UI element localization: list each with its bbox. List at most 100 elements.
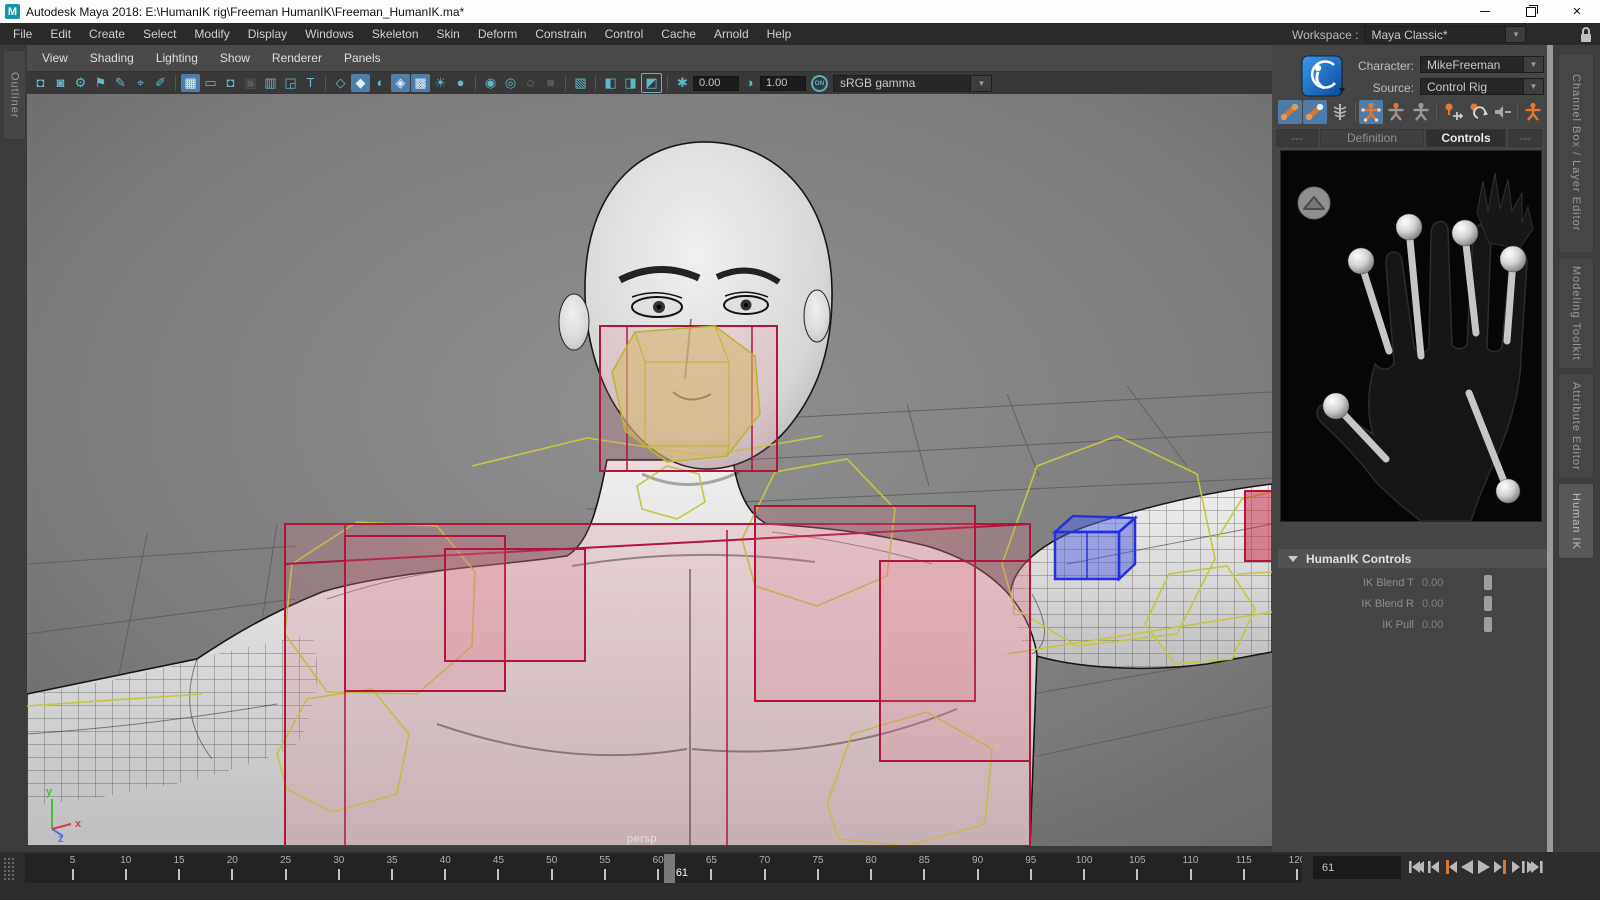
chevron-down-icon[interactable]: ▼ [1506,26,1526,43]
edge-tab-channel-box-layer-editor[interactable]: Channel Box / Layer Editor [1558,53,1594,253]
lock-icon[interactable] [1578,26,1594,44]
mute-icon[interactable] [1490,100,1514,124]
play-backward-button[interactable] [1459,857,1475,877]
panel-menu-renderer[interactable]: Renderer [261,48,333,68]
menu-windows[interactable]: Windows [296,24,363,44]
xray-joints-icon[interactable]: ◨ [621,74,640,92]
menu-select[interactable]: Select [134,24,185,44]
panel-menu-view[interactable]: View [31,48,79,68]
current-frame-field[interactable]: 61 [1313,856,1401,879]
skeleton-mode-icon[interactable] [1328,100,1352,124]
tab-definition[interactable]: Definition [1320,129,1424,147]
step-forward-key-button[interactable] [1510,857,1526,877]
menu-control[interactable]: Control [596,24,653,44]
image-plane-icon[interactable]: ◲ [281,74,300,92]
multisample-icon[interactable]: ◌ [521,74,540,92]
shadows-icon[interactable]: ● [451,74,470,92]
isolate-select-icon[interactable]: ▧ [571,74,590,92]
wireframe-icon[interactable]: ◇ [331,74,350,92]
pan-zoom-icon[interactable]: ⌖ [131,74,150,92]
ik-slider-handle[interactable] [1484,596,1492,611]
grid-icon[interactable]: ▦ [181,74,200,92]
viewport-3d[interactable]: y z x persp [27,94,1272,846]
menu-create[interactable]: Create [80,24,134,44]
xray-icon[interactable]: ◧ [601,74,620,92]
ik-value-field[interactable]: 0.00 [1422,577,1458,589]
minimize-button[interactable] [1462,0,1508,23]
timeline-grip-handle[interactable] [3,857,14,881]
step-back-frame-button[interactable] [1442,857,1458,877]
menu-cache[interactable]: Cache [652,24,705,44]
step-forward-frame-button[interactable] [1493,857,1509,877]
panel-menu-shading[interactable]: Shading [79,48,145,68]
motion-blur-icon[interactable]: ◎ [501,74,520,92]
time-slider[interactable]: 5101520253035404550556065707580859095100… [25,854,1302,883]
gamma-field[interactable]: 1.00 [760,76,806,91]
pin-rotate-icon[interactable] [1465,100,1489,124]
safe-title-icon[interactable]: T [301,74,320,92]
tab-placeholder[interactable]: --- [1508,129,1542,147]
color-management-toggle[interactable]: ON [811,75,828,92]
ik-value-field[interactable]: 0.00 [1422,598,1458,610]
edge-tab-human-ik[interactable]: Human IK [1558,483,1594,559]
face-control-overlay[interactable] [600,326,777,471]
full-body-keying-icon[interactable] [1359,100,1383,124]
go-to-start-button[interactable] [1408,857,1424,877]
sequence-icon[interactable]: ■ [541,74,560,92]
wireframe-on-shaded-icon[interactable]: ◈ [391,74,410,92]
step-back-key-button[interactable] [1425,857,1441,877]
picker-back-button[interactable] [1298,187,1330,219]
edge-tab-modeling-toolkit[interactable]: Modeling Toolkit [1558,257,1594,369]
exposure-field[interactable]: 0.00 [693,76,739,91]
current-frame-marker[interactable] [664,854,675,883]
menu-edit[interactable]: Edit [41,24,80,44]
ik-slider-handle[interactable] [1484,617,1492,632]
smooth-shade-icon[interactable]: ◆ [351,74,370,92]
tab-placeholder[interactable]: --- [1276,129,1318,147]
camera-lock-icon[interactable]: ◙ [51,74,70,92]
outliner-tab[interactable]: Outliner [3,50,26,140]
shade-textured-icon[interactable]: ◐ [371,74,390,92]
restore-button[interactable] [1508,0,1554,23]
full-body-mode-icon[interactable] [1278,100,1302,124]
occlusion-icon[interactable]: ◉ [481,74,500,92]
character-dropdown[interactable]: MikeFreeman [1420,56,1524,73]
chevron-down-icon[interactable]: ▼ [972,75,992,92]
field-chart-icon[interactable]: ▥ [261,74,280,92]
playblast-camera-icon[interactable]: ◘ [31,74,50,92]
view-transform-dropdown[interactable]: sRGB gamma [833,75,971,92]
contrast-icon[interactable]: ◑ [740,74,759,92]
edge-tab-attribute-editor[interactable]: Attribute Editor [1558,373,1594,479]
workspace-dropdown[interactable]: Maya Classic* [1364,26,1506,43]
screen-space-icon[interactable]: ◩ [641,73,662,93]
menu-skin[interactable]: Skin [428,24,469,44]
close-button[interactable]: ✕ [1554,0,1600,23]
ik-value-field[interactable]: 0.00 [1422,619,1458,631]
menu-deform[interactable]: Deform [469,24,526,44]
source-dropdown[interactable]: Control Rig [1420,78,1524,95]
pin-translate-icon[interactable] [1440,100,1464,124]
bookmark-icon[interactable]: ⚑ [91,74,110,92]
menu-file[interactable]: File [4,24,41,44]
tab-controls[interactable]: Controls [1426,129,1506,147]
use-lights-icon[interactable]: ☀ [431,74,450,92]
gate-mask-icon[interactable]: ▣ [241,74,260,92]
panel-menu-show[interactable]: Show [209,48,261,68]
chevron-down-icon[interactable]: ▼ [1524,78,1544,95]
paint-icon[interactable]: ✐ [151,74,170,92]
go-to-end-button[interactable] [1527,857,1543,877]
controls-picker-view[interactable] [1280,150,1542,522]
panel-menu-panels[interactable]: Panels [333,48,392,68]
play-forward-button[interactable] [1476,857,1492,877]
grease-pencil-icon[interactable]: ✎ [111,74,130,92]
menu-help[interactable]: Help [758,24,801,44]
chevron-down-icon[interactable]: ▼ [1524,56,1544,73]
menu-arnold[interactable]: Arnold [705,24,758,44]
panel-menu-lighting[interactable]: Lighting [145,48,209,68]
film-gate-icon[interactable]: ▭ [201,74,220,92]
selected-effector-cube[interactable] [1055,516,1135,579]
resolution-gate-icon[interactable]: ◘ [221,74,240,92]
selection-keying-icon[interactable] [1409,100,1433,124]
menu-skeleton[interactable]: Skeleton [363,24,428,44]
select-character-node-icon[interactable] [1521,100,1545,124]
